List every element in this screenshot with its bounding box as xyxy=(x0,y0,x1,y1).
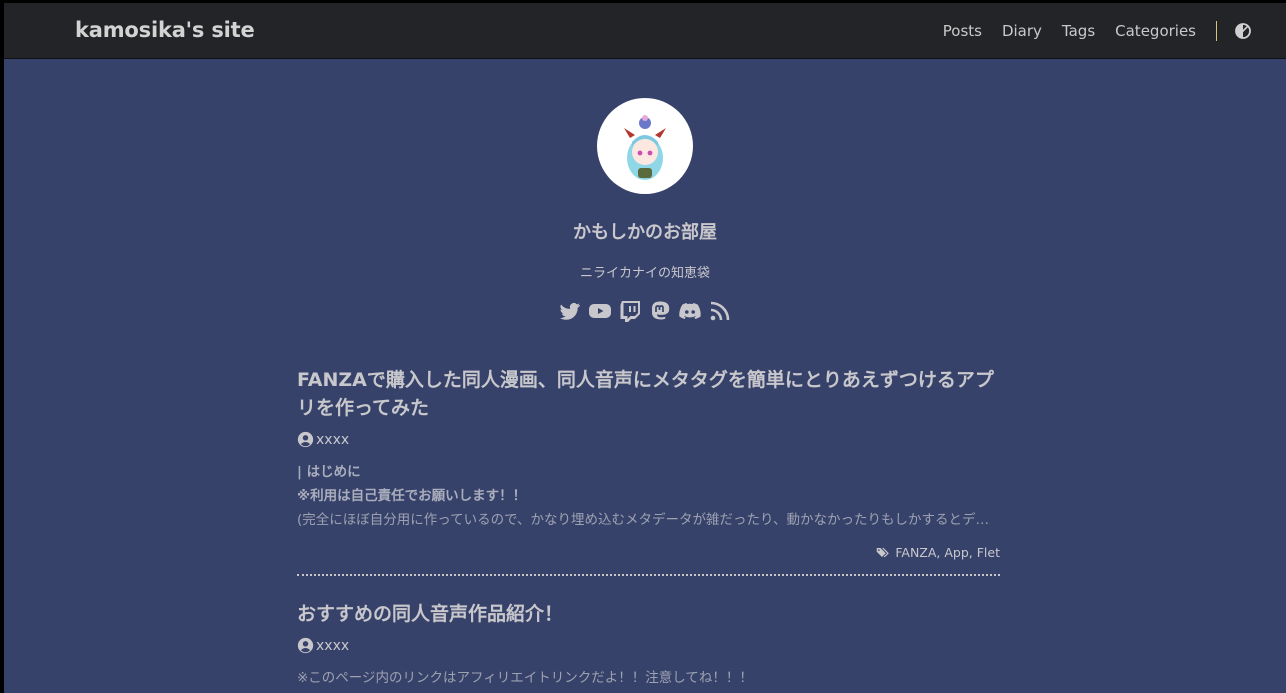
summary-line: (完全にほぼ自分用に作っているので、かなり埋め込むメタデータが雑だったり、動かな… xyxy=(297,512,1000,528)
profile-name: かもしかのお部屋 xyxy=(573,222,717,243)
nav-diary[interactable]: Diary xyxy=(1002,22,1042,40)
post-summary: | はじめに ※利用は自己責任でお願いします！！ (完全にほぼ自分用に作っている… xyxy=(297,460,1000,532)
post-entry: FANZAで購入した同人漫画、同人音声にメタタグを簡単にとりあえずつけるアプリを… xyxy=(297,366,1000,576)
summary-heading: | はじめに xyxy=(297,464,361,480)
user-circle-icon xyxy=(297,637,314,654)
post-entry: おすすめの同人音声作品紹介！ xxxx ※このページ内のリンクはアフィリエイトリ… xyxy=(297,600,1000,690)
post-title-link[interactable]: おすすめの同人音声作品紹介！ xyxy=(297,600,1000,628)
twitch-icon[interactable] xyxy=(618,299,642,323)
social-links xyxy=(4,299,1286,323)
site-title-link[interactable]: kamosika's site xyxy=(75,18,255,42)
summary-line: ※このページ内のリンクはアフィリエイトリンクだよ！！注意してね！！！ xyxy=(297,670,753,686)
post-summary: ※このページ内のリンクはアフィリエイトリンクだよ！！注意してね！！！ xyxy=(297,666,1000,690)
summary-line: ※利用は自己責任でお願いします！！ xyxy=(297,488,527,504)
nav-separator xyxy=(1216,20,1217,41)
mastodon-icon[interactable] xyxy=(648,299,672,323)
post-author: xxxx xyxy=(297,431,1000,448)
nav-tags[interactable]: Tags xyxy=(1062,22,1095,40)
profile-section: かもしかのお部屋 ニライカナイの知恵袋 xyxy=(4,98,1286,323)
tags-icon xyxy=(877,547,890,558)
nav-posts[interactable]: Posts xyxy=(943,22,982,40)
post-divider xyxy=(297,574,1000,576)
browser-viewport: kamosika's site Posts Diary Tags Categor… xyxy=(4,3,1286,693)
theme-toggle-icon[interactable] xyxy=(1235,22,1251,39)
youtube-icon[interactable] xyxy=(588,299,612,323)
discord-icon[interactable] xyxy=(678,299,702,323)
rss-icon[interactable] xyxy=(708,299,732,323)
twitter-icon[interactable] xyxy=(558,299,582,323)
profile-subtitle: ニライカナイの知恵袋 xyxy=(579,266,710,281)
user-circle-icon xyxy=(297,431,314,448)
author-name: xxxx xyxy=(316,431,350,448)
post-title-link[interactable]: FANZAで購入した同人漫画、同人音声にメタタグを簡単にとりあえずつけるアプリを… xyxy=(297,366,1000,422)
post-tags: FANZA, App, Flet xyxy=(297,545,1000,560)
post-author: xxxx xyxy=(297,637,1000,654)
tag-list[interactable]: FANZA, App, Flet xyxy=(895,545,1000,560)
site-header: kamosika's site Posts Diary Tags Categor… xyxy=(4,3,1286,59)
avatar xyxy=(597,98,693,194)
main-nav: Posts Diary Tags Categories xyxy=(923,3,1286,58)
nav-categories[interactable]: Categories xyxy=(1115,22,1196,40)
author-name: xxxx xyxy=(316,637,350,654)
post-list: FANZAで購入した同人漫画、同人音声にメタタグを簡単にとりあえずつけるアプリを… xyxy=(297,366,1000,690)
